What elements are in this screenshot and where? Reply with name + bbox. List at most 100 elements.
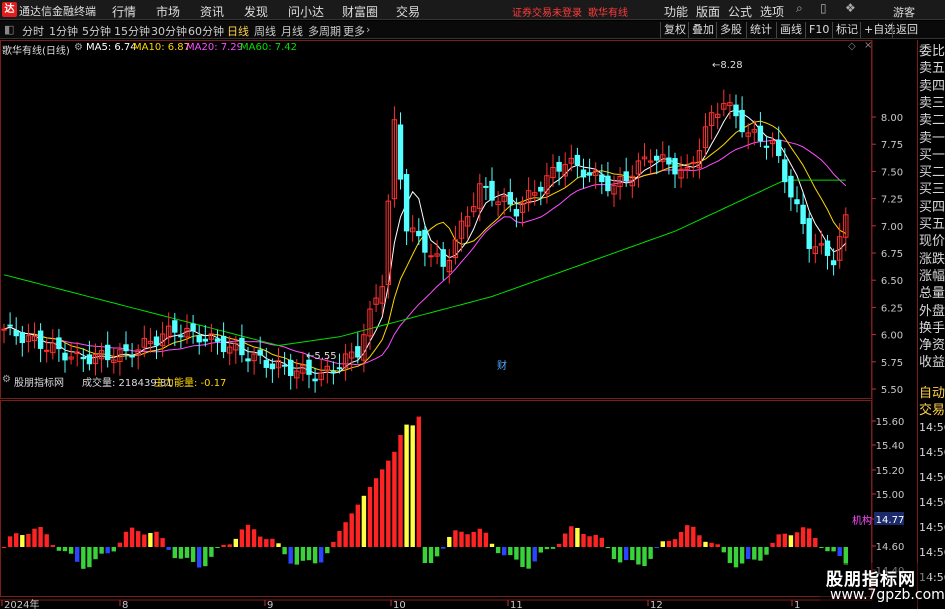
period-multi[interactable]: 多周期 bbox=[308, 23, 341, 39]
volume-bar bbox=[447, 536, 452, 547]
period-intraday[interactable]: 分时 bbox=[22, 23, 44, 39]
candle-down bbox=[739, 109, 745, 133]
volume-bar bbox=[355, 504, 360, 547]
btn-statistics[interactable]: 统计 bbox=[746, 22, 775, 38]
volume-bar bbox=[7, 536, 13, 547]
guest-user[interactable]: 游客 bbox=[893, 4, 915, 20]
quote-item: 买一 bbox=[919, 147, 945, 163]
btn-adjust[interactable]: 复权 bbox=[660, 22, 689, 38]
volume-bar bbox=[807, 528, 812, 547]
menu-function[interactable]: 功能 bbox=[664, 3, 688, 20]
candle-down bbox=[263, 360, 270, 368]
menu-news[interactable]: 资讯 bbox=[200, 3, 224, 20]
volume-bar bbox=[81, 547, 86, 569]
btn-draw[interactable]: 画线 bbox=[776, 22, 805, 38]
btn-multi-stock[interactable]: 多股 bbox=[716, 22, 745, 38]
period-5min[interactable]: 5分钟 bbox=[82, 23, 111, 39]
sub-pane-frame bbox=[0, 400, 872, 597]
diamond-icon[interactable]: ◇ bbox=[848, 41, 856, 52]
tick-time: 14:56 bbox=[919, 496, 945, 509]
volume-bar bbox=[502, 547, 507, 556]
sub-tick-label: 15.20 bbox=[876, 466, 905, 477]
volume-bar bbox=[666, 540, 672, 547]
volume-bar bbox=[233, 538, 238, 547]
menu-discover[interactable]: 发现 bbox=[244, 3, 268, 20]
tick-time: 14:56 bbox=[919, 521, 945, 534]
volume-bar bbox=[465, 534, 470, 547]
menu-quotes[interactable]: 行情 bbox=[112, 3, 136, 20]
toolbar-toggle-icon[interactable]: ◧ bbox=[4, 23, 14, 36]
btn-back[interactable]: 返回 bbox=[892, 22, 921, 38]
volume-bar bbox=[68, 547, 74, 554]
stock-period-label: 歌华有线(日线) bbox=[2, 46, 70, 57]
volume-bar bbox=[105, 547, 110, 554]
btn-f10[interactable]: F10 bbox=[805, 22, 832, 38]
period-more[interactable]: 更多 bbox=[343, 23, 365, 39]
menu-options[interactable]: 选项 bbox=[760, 3, 784, 20]
candle-up bbox=[1, 328, 7, 331]
volume-bar bbox=[26, 533, 31, 547]
trade-item[interactable]: 交易 bbox=[919, 403, 945, 418]
volume-bar bbox=[227, 544, 232, 547]
trade-login-status[interactable]: 证券交易未登录 bbox=[512, 4, 582, 19]
candle-down bbox=[422, 229, 428, 253]
volume-bar bbox=[129, 527, 135, 547]
close-pane-icon[interactable]: × bbox=[864, 40, 872, 51]
quote-item: 涨跌 bbox=[919, 251, 945, 267]
candle-down bbox=[153, 336, 160, 346]
volume-bar bbox=[709, 542, 714, 547]
candle-down bbox=[794, 199, 800, 205]
kline-chart[interactable]: 8.00 7.75 7.50 7.25 7.00 6.75 6.50 6.25 6.00 5.75… bbox=[0, 40, 917, 609]
btn-overlay[interactable]: 叠加 bbox=[688, 22, 717, 38]
volume-bar bbox=[20, 535, 25, 547]
chevron-right-icon[interactable]: › bbox=[366, 23, 370, 36]
candle-down bbox=[123, 344, 129, 352]
volume-bar bbox=[312, 547, 318, 564]
volume-bar bbox=[190, 547, 196, 562]
period-daily[interactable]: 日线 bbox=[227, 23, 249, 39]
volume-bar bbox=[264, 539, 269, 547]
period-1min[interactable]: 1分钟 bbox=[49, 23, 78, 39]
volume-bar bbox=[800, 527, 806, 547]
volume-bar bbox=[685, 525, 690, 547]
period-30min[interactable]: 30分钟 bbox=[151, 23, 187, 39]
period-60min[interactable]: 60分钟 bbox=[188, 23, 224, 39]
volume-bar bbox=[819, 547, 824, 548]
menu-ask-xiaoda[interactable]: 问小达 bbox=[288, 3, 324, 20]
period-weekly[interactable]: 周线 bbox=[254, 23, 276, 39]
candle-down bbox=[86, 354, 93, 365]
settings-gear-icon[interactable]: ⚙ bbox=[74, 42, 83, 53]
candle-down bbox=[800, 204, 806, 225]
volume-bar bbox=[221, 544, 226, 547]
volume-bar bbox=[544, 547, 550, 550]
candle-down bbox=[830, 260, 837, 266]
candle-down bbox=[220, 335, 227, 353]
menu-wealth-circle[interactable]: 财富圈 bbox=[342, 3, 378, 20]
volume-bar bbox=[453, 530, 458, 547]
candle-down bbox=[440, 249, 446, 267]
current-stock-name: 歌华有线 bbox=[588, 8, 628, 19]
menu-market[interactable]: 市场 bbox=[156, 3, 180, 20]
notification-icon[interactable]: ▯ bbox=[820, 1, 827, 15]
gift-icon[interactable]: ❖ bbox=[845, 1, 856, 15]
menu-trade[interactable]: 交易 bbox=[396, 3, 420, 20]
menu-formula[interactable]: 公式 bbox=[728, 3, 752, 20]
btn-mark[interactable]: 标记 bbox=[832, 22, 861, 38]
menu-layout[interactable]: 版面 bbox=[696, 3, 720, 20]
search-icon[interactable]: ⌕ bbox=[796, 1, 803, 16]
indicator-settings-icon[interactable]: ⚙ bbox=[2, 374, 11, 385]
period-15min[interactable]: 15分钟 bbox=[114, 23, 150, 39]
volume-bar bbox=[325, 547, 330, 554]
trade-item[interactable]: 自动 bbox=[919, 386, 945, 401]
app-logo: 达 bbox=[2, 2, 17, 17]
volume-bar bbox=[691, 526, 696, 547]
volume-bar bbox=[416, 416, 421, 547]
volume-bar bbox=[111, 547, 116, 552]
candle-down bbox=[397, 124, 404, 180]
volume-bar bbox=[373, 478, 379, 547]
period-monthly[interactable]: 月线 bbox=[281, 23, 303, 39]
volume-bar bbox=[648, 547, 653, 559]
volume-bar bbox=[715, 544, 720, 547]
volume-bar bbox=[630, 547, 635, 561]
volume-bar bbox=[575, 527, 580, 547]
